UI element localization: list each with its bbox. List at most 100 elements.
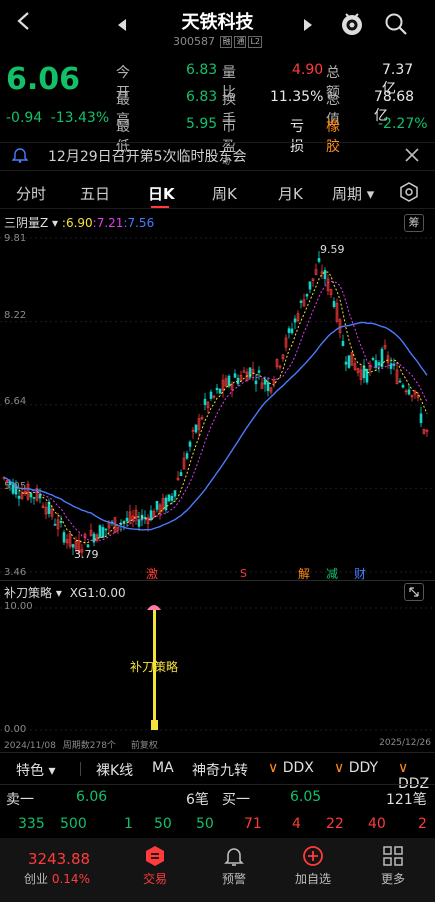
marker-s[interactable]: S bbox=[240, 567, 247, 580]
chip-distribution-button[interactable]: 筹 bbox=[404, 214, 424, 232]
more-icon[interactable] bbox=[382, 845, 404, 867]
value-turnover: 11.35% bbox=[270, 89, 324, 105]
toolbar-feature[interactable]: 特色 ▾ bbox=[16, 760, 55, 780]
tab-weekly-k[interactable]: 周K bbox=[212, 183, 237, 204]
axis-end-date: 2025/12/26 bbox=[379, 738, 431, 748]
search-icon[interactable] bbox=[384, 12, 408, 36]
tab-intraday[interactable]: 分时 bbox=[16, 183, 46, 204]
stock-code-line: 300587 融通 L2 bbox=[0, 35, 435, 48]
index-value: 3243.88 bbox=[28, 850, 91, 868]
toolbar-magic-nine[interactable]: 神奇九转 bbox=[192, 760, 248, 780]
candle-body bbox=[173, 490, 177, 497]
candle-body bbox=[155, 500, 159, 510]
toolbar-ddy[interactable]: ∨ DDY bbox=[334, 760, 378, 776]
kline-chart[interactable] bbox=[0, 232, 435, 580]
candle-body bbox=[98, 525, 102, 538]
tab-five-day[interactable]: 五日 bbox=[80, 183, 110, 204]
candle-body bbox=[215, 387, 219, 391]
add-watchlist-icon[interactable] bbox=[302, 845, 324, 867]
candle-body bbox=[227, 375, 231, 387]
buy-num-5: 2 bbox=[418, 816, 427, 832]
buy-num-2: 4 bbox=[292, 816, 301, 832]
industry-change: -2.27% bbox=[378, 116, 428, 132]
candle-body bbox=[71, 544, 75, 548]
candle-body bbox=[188, 441, 192, 447]
alert-icon[interactable] bbox=[223, 845, 245, 867]
nav-add-watchlist[interactable]: 加自选 bbox=[283, 870, 343, 887]
candle-body bbox=[233, 373, 237, 378]
candle-body bbox=[341, 340, 345, 346]
candle-body bbox=[170, 495, 174, 501]
candle-body bbox=[179, 472, 183, 477]
signal-cap-icon bbox=[147, 605, 161, 610]
candle-body bbox=[209, 391, 213, 399]
notice-text[interactable]: 12月29日召开第5次临时股东会 bbox=[48, 146, 247, 166]
sub-chart[interactable] bbox=[0, 600, 435, 736]
candle-body bbox=[257, 370, 261, 373]
toolbar-ma[interactable]: MA bbox=[152, 760, 174, 776]
sub-indicator-selector[interactable]: 补刀策略 ▾ bbox=[4, 586, 62, 600]
y-label-bottom: 3.46 bbox=[4, 567, 27, 578]
candle-body bbox=[290, 328, 294, 334]
candle-body bbox=[185, 453, 189, 459]
candle-body bbox=[17, 495, 21, 499]
candle-body bbox=[362, 365, 366, 379]
candle-body bbox=[32, 497, 36, 499]
notice-icon bbox=[11, 147, 29, 163]
axis-start-date: 2024/11/08 bbox=[4, 741, 56, 751]
toolbar-naked-k[interactable]: 裸K线 bbox=[96, 760, 133, 780]
candle-body bbox=[167, 494, 171, 502]
next-stock-icon[interactable] bbox=[302, 16, 312, 31]
y-label-2: 8.22 bbox=[4, 310, 27, 321]
candle-body bbox=[371, 357, 375, 360]
buy-num-4: 40 bbox=[368, 816, 386, 832]
candle-body bbox=[365, 369, 369, 383]
low-price-label: 3.79 bbox=[74, 548, 99, 561]
tab-monthly-k[interactable]: 月K bbox=[278, 183, 303, 204]
nav-more[interactable]: 更多 bbox=[363, 870, 423, 887]
ma-line bbox=[3, 280, 428, 541]
candle-body bbox=[374, 360, 378, 368]
assistant-icon[interactable] bbox=[338, 10, 366, 38]
toolbar-ddx[interactable]: ∨ DDX bbox=[268, 760, 314, 776]
close-icon[interactable] bbox=[404, 147, 420, 163]
sell-one-label: 卖一 bbox=[6, 792, 34, 808]
sub-indicator-value: XG1:0.00 bbox=[69, 586, 126, 600]
candle-body bbox=[263, 379, 267, 385]
price-change: -0.94 -13.43% bbox=[6, 110, 109, 126]
tab-period[interactable]: 周期 ▾ bbox=[332, 183, 374, 204]
sub-indicator-header: 补刀策略 ▾ XG1:0.00 bbox=[4, 584, 126, 601]
settings-icon[interactable] bbox=[399, 182, 419, 202]
candle-body bbox=[254, 380, 258, 385]
candle-body bbox=[59, 521, 63, 523]
buy-one-qty: 121笔 bbox=[386, 792, 427, 808]
candle-body bbox=[323, 270, 327, 279]
expand-icon[interactable] bbox=[404, 583, 424, 601]
candle-body bbox=[377, 362, 381, 366]
value-volume-ratio: 4.90 bbox=[292, 62, 324, 78]
tab-daily-k[interactable]: 日K bbox=[148, 183, 175, 204]
candle-body bbox=[164, 497, 168, 511]
ma-value-2: :7.21 bbox=[92, 216, 124, 230]
signal-label: 补刀策略 bbox=[130, 660, 179, 674]
candle-body bbox=[125, 517, 129, 522]
candle-body bbox=[104, 528, 108, 531]
toolbar-ddz[interactable]: ∨ DDZ bbox=[398, 760, 435, 792]
nav-trade[interactable]: 交易 bbox=[125, 870, 185, 887]
y-label-top: 9.81 bbox=[4, 233, 27, 244]
high-price-label: 9.59 bbox=[320, 243, 345, 256]
candle-body bbox=[389, 363, 393, 369]
axis-adjust-mode[interactable]: 前复权 bbox=[131, 741, 158, 751]
nav-alert[interactable]: 预警 bbox=[204, 870, 264, 887]
indicator-selector[interactable]: 三阴量Z ▾ bbox=[4, 216, 58, 230]
trade-icon[interactable] bbox=[144, 845, 166, 867]
candle-body bbox=[407, 389, 411, 395]
candle-body bbox=[38, 494, 42, 499]
divider bbox=[0, 142, 435, 143]
index-name: 创业 bbox=[24, 872, 49, 886]
candle-body bbox=[293, 318, 297, 323]
market-index[interactable]: 3243.88 创业 0.14% bbox=[10, 850, 100, 887]
industry-name[interactable]: 橡胶 bbox=[326, 116, 340, 156]
value-pe: 亏损 bbox=[290, 119, 304, 155]
candle-body bbox=[419, 413, 423, 424]
